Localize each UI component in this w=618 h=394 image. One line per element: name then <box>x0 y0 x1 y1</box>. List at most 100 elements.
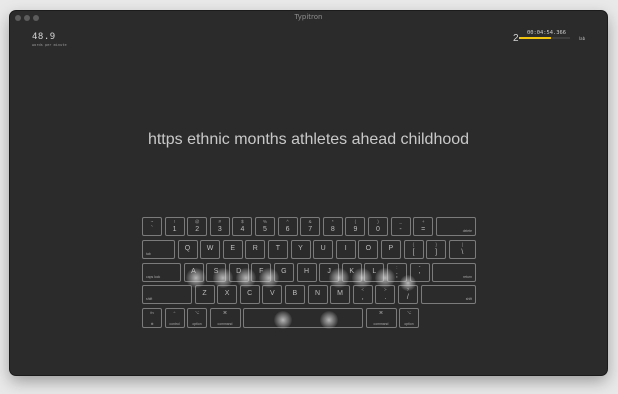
key-m[interactable]: M <box>330 285 351 305</box>
key-label: . <box>384 294 387 302</box>
key-space[interactable] <box>243 308 363 329</box>
key-option-left[interactable]: ⌥ option <box>187 308 207 329</box>
level-label: lab <box>579 36 586 41</box>
key-label: 1 <box>172 226 177 233</box>
key-shift-label: @ <box>194 219 200 224</box>
key-z[interactable]: Z <box>194 285 215 305</box>
key-label: D <box>236 267 242 275</box>
key-y[interactable]: Y <box>290 239 311 259</box>
key-6[interactable]: ^ 6 <box>277 217 298 236</box>
key-label: = <box>421 226 426 233</box>
key-shift-label: + <box>421 219 425 224</box>
key-u60[interactable]: ~ ` <box>142 217 162 236</box>
key-command-left[interactable]: ⌘ command <box>209 308 241 329</box>
key-5[interactable]: % 5 <box>255 217 275 236</box>
key-shift-label: } <box>435 241 437 247</box>
key-b[interactable]: B <box>284 285 305 305</box>
key-9[interactable]: (9 <box>345 217 366 236</box>
key-h[interactable]: H <box>296 262 317 282</box>
key-label: O <box>365 244 372 252</box>
key-label: caps lock <box>146 274 161 279</box>
key-label: N <box>314 290 321 298</box>
key-u5c[interactable]: | \ <box>448 239 476 259</box>
key-n[interactable]: N <box>307 285 328 305</box>
key-label: 3 <box>217 226 222 233</box>
key-i[interactable]: I <box>335 239 356 259</box>
key-label: shift <box>465 297 472 302</box>
key-shift-label: ( <box>354 219 357 224</box>
key-label: Z <box>202 290 207 298</box>
key-label: X <box>224 290 230 298</box>
key-label: C <box>247 290 253 298</box>
key-label: B <box>292 290 298 298</box>
key-shift-label: # <box>218 219 222 224</box>
key-u2e[interactable]: >. <box>375 285 396 305</box>
key-label: L <box>372 267 377 275</box>
key-2[interactable]: @2 <box>187 217 208 236</box>
key-label: 6 <box>285 226 290 233</box>
wpm-label: words per minute <box>32 43 67 47</box>
key-q[interactable]: Q <box>177 239 198 259</box>
key-p[interactable]: P <box>380 239 401 259</box>
key-label: tab <box>146 251 151 256</box>
key-u2f[interactable]: ? / <box>397 285 418 305</box>
key-x[interactable]: X <box>217 285 238 305</box>
key-u3d[interactable]: + = <box>413 217 434 236</box>
key-3[interactable]: #3 <box>209 217 230 236</box>
key-f[interactable]: F <box>251 262 272 282</box>
key-u2c[interactable]: <, <box>352 285 373 305</box>
key-u[interactable]: U <box>313 239 334 259</box>
key-shift-label: ~ <box>150 219 154 224</box>
key-1[interactable]: ! 1 <box>164 217 185 236</box>
key-v[interactable]: V <box>262 285 283 305</box>
key-label: option <box>192 322 202 327</box>
key-u5b[interactable]: {[ <box>403 239 424 259</box>
key-caps-lock[interactable]: caps lock <box>142 262 181 282</box>
key-l[interactable]: L <box>364 262 385 282</box>
key-e[interactable]: E <box>222 239 243 259</box>
key-k[interactable]: K <box>341 262 362 282</box>
key-g[interactable]: G <box>273 262 294 282</box>
key-tab[interactable]: tab <box>142 239 175 259</box>
key-u27[interactable]: " ' <box>409 262 430 282</box>
key-4[interactable]: $4 <box>232 217 253 236</box>
key-option-right[interactable]: ⌥ option <box>399 308 419 329</box>
key-o[interactable]: O <box>358 239 379 259</box>
key-j[interactable]: J <box>319 262 340 282</box>
key-return[interactable]: return <box>432 262 476 282</box>
key-delete[interactable]: delete <box>435 217 476 236</box>
key-shift-right[interactable]: shift <box>420 285 476 305</box>
key-label: 8 <box>330 226 335 233</box>
option-icon: ⌥ <box>194 310 200 316</box>
key-a[interactable]: A <box>183 262 204 282</box>
key-0[interactable]: ) 0 <box>368 217 388 236</box>
key-shift-label: { <box>412 241 415 247</box>
key-c[interactable]: C <box>239 285 260 305</box>
progress-bar <box>519 37 570 39</box>
globe-icon: ⊕ <box>150 322 154 327</box>
key-label: 5 <box>263 226 267 233</box>
key-label: ] <box>435 248 438 256</box>
key-control[interactable]: ^ control <box>164 308 185 329</box>
key-label: shift <box>146 297 153 302</box>
on-screen-keyboard: ~ `! 1 @2 #3 $4% 5 ^ 6 & 7 * 8(9) 0 _ - + = delete tab Q W E R T… <box>142 217 476 329</box>
key-label: H <box>303 267 310 275</box>
key-fn[interactable]: fn ⊕ <box>142 308 162 329</box>
key-7[interactable]: & 7 <box>300 217 321 236</box>
key-shift-left[interactable]: shift <box>142 285 192 305</box>
title-bar: Typitron <box>10 11 607 26</box>
key-s[interactable]: S <box>206 262 227 282</box>
key-u3b[interactable]: :; <box>386 262 407 282</box>
key-command-right[interactable]: ⌘ command <box>365 308 397 329</box>
key-label: Y <box>298 244 303 252</box>
key-shift-label: ? <box>406 287 410 293</box>
key-t[interactable]: T <box>267 239 288 259</box>
key-u5d[interactable]: }] <box>426 239 447 259</box>
key-u2d[interactable]: _ - <box>390 217 411 236</box>
key-d[interactable]: D <box>228 262 249 282</box>
key-8[interactable]: * 8 <box>322 217 343 236</box>
key-w[interactable]: W <box>200 239 221 259</box>
option-icon: ⌥ <box>406 310 412 316</box>
key-shift-label: * <box>331 219 334 224</box>
key-r[interactable]: R <box>245 239 266 259</box>
